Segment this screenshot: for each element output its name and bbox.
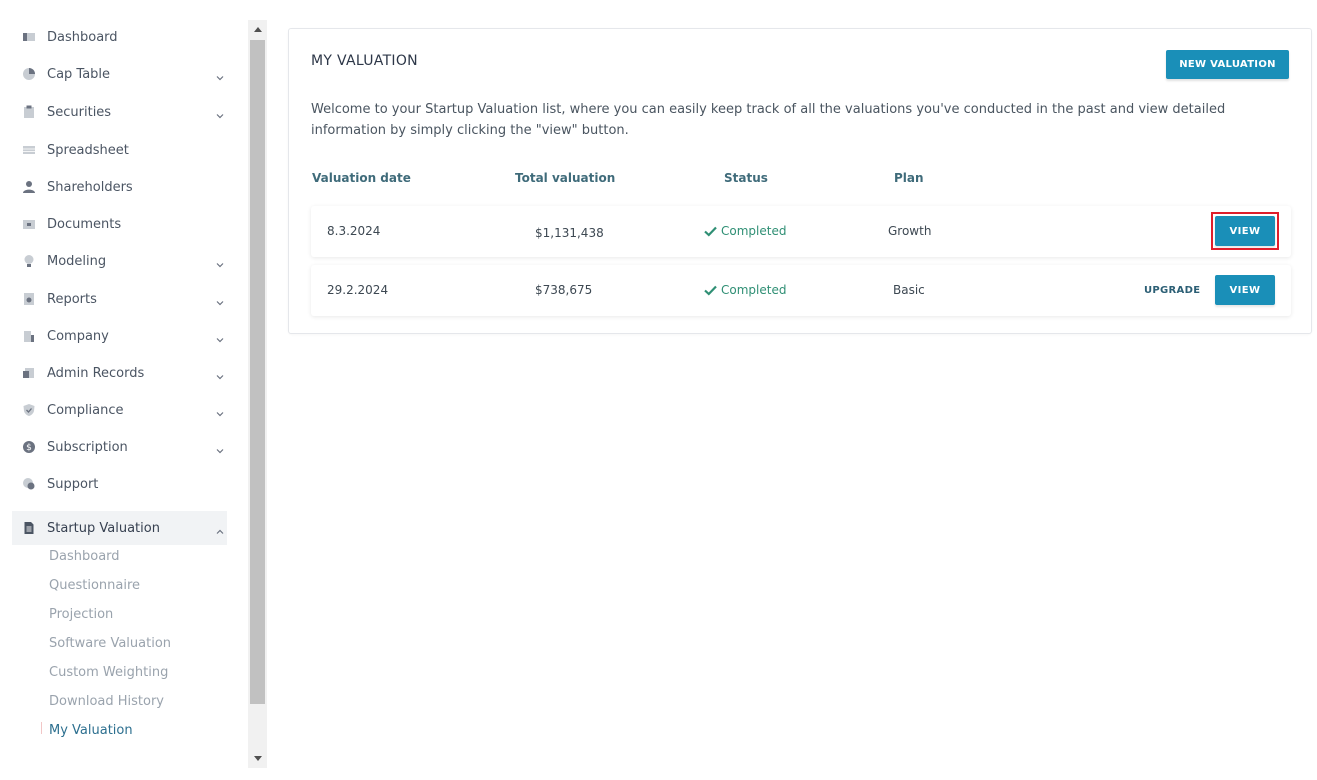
person-icon — [22, 180, 36, 194]
column-header-status: Status — [724, 171, 768, 185]
pie-chart-icon — [22, 67, 36, 81]
sub-item-custom-weighting[interactable]: Custom Weighting — [49, 665, 168, 680]
sidebar-item-label: Subscription — [47, 439, 128, 455]
valuation-card: MY VALUATION NEW VALUATION Welcome to yo… — [288, 28, 1312, 334]
sub-item-software-valuation[interactable]: Software Valuation — [49, 636, 171, 651]
chevron-up-icon — [215, 522, 225, 534]
sidebar-item-compliance[interactable]: Compliance — [12, 393, 227, 427]
table-row: 8.3.2024 $1,131,438 Completed Growth VIE… — [311, 206, 1291, 257]
sidebar-item-modeling[interactable]: Modeling — [12, 244, 227, 278]
sidebar-item-shareholders[interactable]: Shareholders — [12, 170, 227, 204]
report-icon — [22, 292, 36, 306]
check-icon — [704, 285, 717, 296]
sidebar-item-label: Spreadsheet — [47, 142, 129, 158]
sidebar-item-label: Securities — [47, 104, 112, 120]
sidebar-item-company[interactable]: Company — [12, 319, 227, 353]
plan-name: Basic — [893, 283, 925, 297]
plan-name: Growth — [888, 224, 932, 238]
sidebar-item-securities[interactable]: Securities — [12, 95, 227, 129]
chevron-down-icon — [215, 255, 225, 268]
building-icon — [22, 329, 36, 343]
records-icon — [22, 366, 36, 380]
lightbulb-icon — [22, 254, 36, 268]
chevron-down-icon — [215, 404, 225, 417]
sidebar-item-label: Support — [47, 476, 99, 492]
chevron-down-icon — [215, 293, 225, 306]
scroll-thumb[interactable] — [250, 40, 265, 704]
check-icon — [704, 226, 717, 237]
sidebar-item-support[interactable]: Support — [12, 467, 227, 501]
chevron-down-icon — [215, 68, 225, 81]
sub-item-download-history[interactable]: Download History — [49, 694, 164, 709]
folder-icon — [22, 217, 36, 231]
scroll-up-arrow-icon[interactable] — [248, 20, 267, 38]
column-header-total: Total valuation — [515, 171, 616, 185]
valuation-date: 8.3.2024 — [327, 224, 381, 238]
svg-text:$: $ — [26, 443, 32, 453]
sub-item-projection[interactable]: Projection — [49, 607, 113, 622]
sidebar-item-startup-valuation[interactable]: Startup Valuation — [12, 511, 227, 545]
new-valuation-button[interactable]: NEW VALUATION — [1166, 50, 1289, 79]
sidebar-item-reports[interactable]: Reports — [12, 282, 227, 316]
table-row: 29.2.2024 $738,675 Completed Basic UPGRA… — [311, 265, 1291, 316]
sidebar-item-label: Reports — [47, 291, 97, 307]
document-icon — [22, 521, 36, 535]
upgrade-link[interactable]: UPGRADE — [1144, 285, 1200, 296]
page-title: MY VALUATION — [311, 53, 418, 69]
sidebar-item-label: Modeling — [47, 253, 107, 269]
sub-item-questionnaire[interactable]: Questionnaire — [49, 578, 140, 593]
scroll-down-arrow-icon[interactable] — [248, 750, 267, 768]
status-badge: Completed — [704, 224, 786, 238]
support-icon — [22, 477, 36, 491]
shield-icon — [22, 403, 36, 417]
sub-item-dashboard[interactable]: Dashboard — [49, 549, 120, 564]
clipboard-icon — [22, 105, 36, 119]
sidebar-item-documents[interactable]: Documents — [12, 207, 227, 241]
chevron-down-icon — [215, 330, 225, 343]
sidebar-item-label: Shareholders — [47, 179, 133, 195]
sidebar-item-label: Admin Records — [47, 365, 145, 381]
sidebar-item-dashboard[interactable]: Dashboard — [12, 20, 227, 54]
column-header-date: Valuation date — [312, 171, 411, 185]
spreadsheet-icon — [22, 143, 36, 157]
sidebar-item-label: Documents — [47, 216, 122, 232]
intro-text: Welcome to your Startup Valuation list, … — [311, 102, 1226, 138]
column-header-plan: Plan — [894, 171, 924, 185]
sub-item-my-valuation[interactable]: My Valuation — [49, 723, 133, 738]
sidebar-item-admin-records[interactable]: Admin Records — [12, 356, 227, 390]
valuation-date: 29.2.2024 — [327, 283, 389, 297]
sidebar-item-label: Dashboard — [47, 29, 118, 45]
dashboard-icon — [22, 30, 36, 44]
chevron-down-icon — [215, 106, 225, 119]
sidebar-item-cap-table[interactable]: Cap Table — [12, 57, 227, 91]
view-button[interactable]: VIEW — [1215, 216, 1275, 246]
active-marker — [41, 722, 42, 734]
status-text: Completed — [721, 283, 787, 297]
total-valuation: $1,131,438 — [535, 226, 604, 240]
view-button[interactable]: VIEW — [1215, 275, 1275, 305]
status-badge: Completed — [704, 283, 786, 297]
dollar-icon: $ — [22, 440, 36, 454]
sidebar-scrollbar[interactable] — [248, 20, 267, 768]
status-text: Completed — [721, 224, 787, 238]
chevron-down-icon — [215, 367, 225, 380]
sidebar-item-label: Compliance — [47, 402, 124, 418]
total-valuation: $738,675 — [535, 283, 593, 297]
sidebar-item-spreadsheet[interactable]: Spreadsheet — [12, 133, 227, 167]
chevron-down-icon — [215, 441, 225, 454]
sidebar: Dashboard Cap Table Securities Spreadshe… — [0, 0, 247, 780]
sidebar-item-label: Company — [47, 328, 109, 344]
sidebar-item-label: Cap Table — [47, 66, 111, 82]
sidebar-item-label: Startup Valuation — [47, 520, 160, 536]
sidebar-item-subscription[interactable]: $ Subscription — [12, 430, 227, 464]
